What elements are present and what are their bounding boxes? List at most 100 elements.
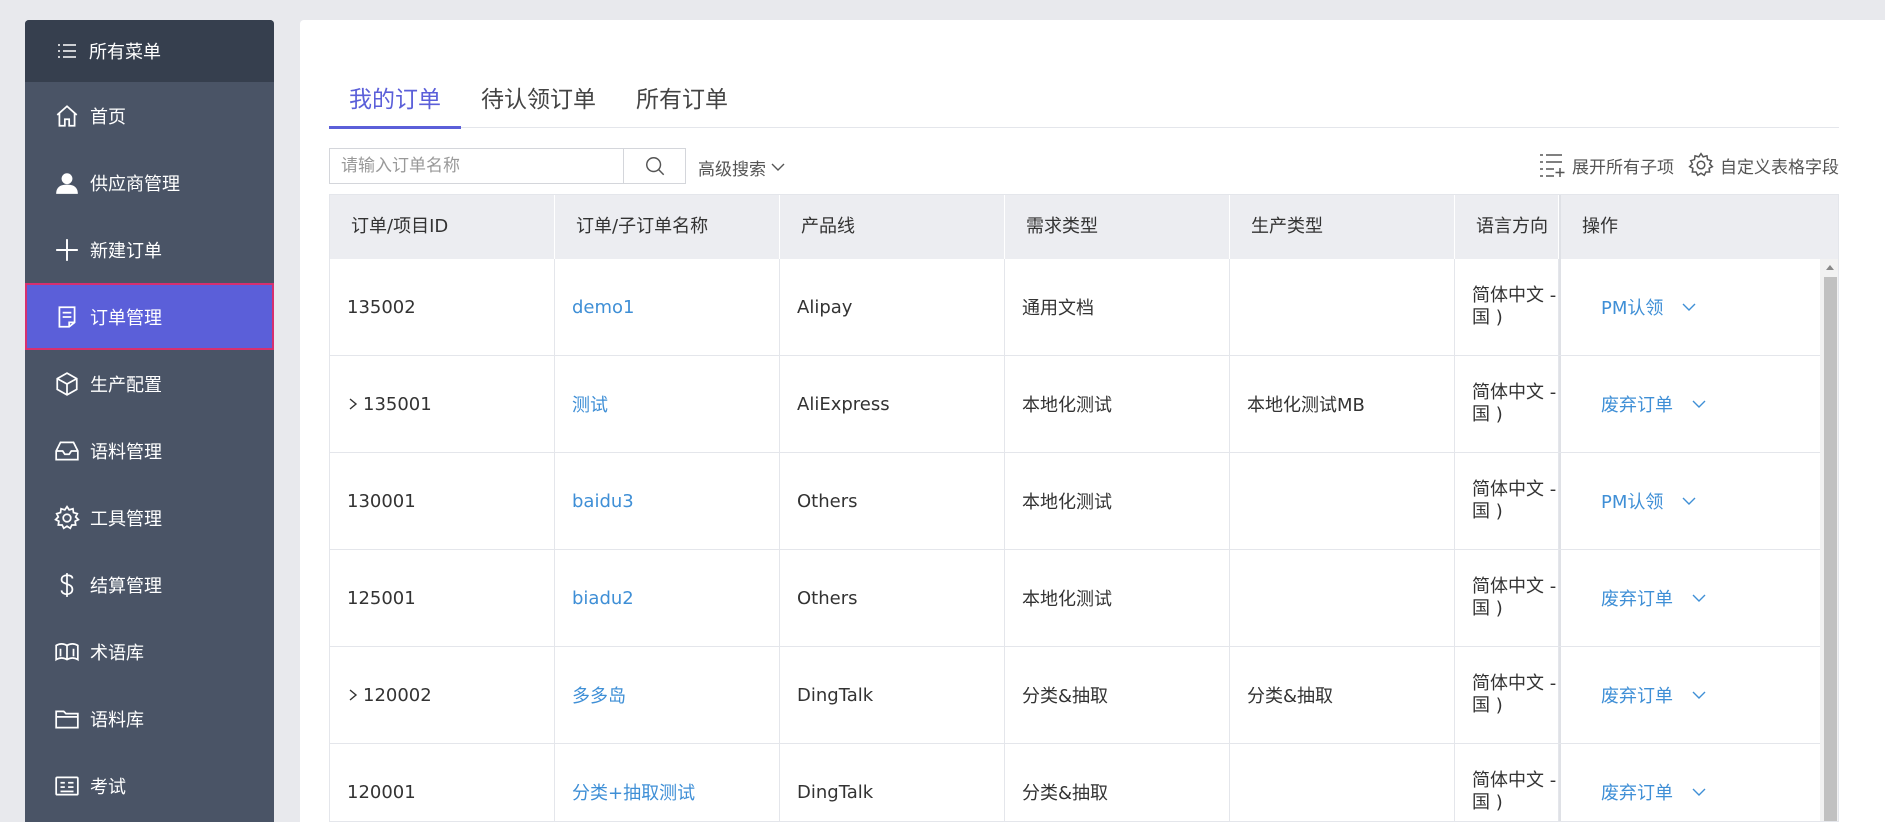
cell-id: 120002 bbox=[330, 647, 555, 743]
column-header-language[interactable]: 语言方向 bbox=[1455, 195, 1559, 259]
table-row: 130001 baidu3 Others 本地化测试 简体中文 -国 ) PM认领 bbox=[330, 453, 1820, 550]
gear-icon bbox=[1688, 152, 1720, 178]
sidebar-item-supplier-management[interactable]: 供应商管理 bbox=[25, 149, 274, 216]
sidebar-item-label: 订单管理 bbox=[90, 307, 162, 329]
row-action-link[interactable]: 废弃订单 bbox=[1601, 682, 1673, 708]
customize-fields-button[interactable]: 自定义表格字段 bbox=[1688, 152, 1839, 178]
language-line: 简体中文 - bbox=[1472, 382, 1557, 403]
language-line: 国 ) bbox=[1472, 501, 1503, 522]
chevron-right-icon[interactable] bbox=[347, 396, 359, 412]
sidebar-item-label: 新建订单 bbox=[90, 240, 162, 262]
sidebar-item-order-management[interactable]: 订单管理 bbox=[25, 283, 274, 350]
advanced-search-label: 高级搜索 bbox=[698, 159, 766, 180]
tab-my-orders[interactable]: 我的订单 bbox=[329, 62, 461, 129]
row-action-link[interactable]: PM认领 bbox=[1601, 294, 1663, 320]
language-line: 简体中文 - bbox=[1472, 673, 1557, 694]
inbox-icon bbox=[54, 438, 80, 464]
tab-all-orders[interactable]: 所有订单 bbox=[616, 62, 748, 128]
order-name-link[interactable]: 多多岛 bbox=[555, 647, 780, 743]
column-header-id[interactable]: 订单/项目ID bbox=[330, 195, 555, 259]
sidebar-item-home[interactable]: 首页 bbox=[25, 82, 274, 149]
chevron-down-icon[interactable] bbox=[1691, 396, 1707, 412]
scroll-thumb[interactable] bbox=[1824, 277, 1837, 821]
sidebar-item-termbase[interactable]: 术语库 bbox=[25, 618, 274, 685]
column-header-product-line[interactable]: 产品线 bbox=[780, 195, 1005, 259]
language-line: 国 ) bbox=[1472, 307, 1503, 328]
table-header: 订单/项目ID 订单/子订单名称 产品线 需求类型 生产类型 语言方向 操作 bbox=[330, 195, 1838, 259]
sidebar-item-settlement-management[interactable]: 结算管理 bbox=[25, 551, 274, 618]
order-name-link[interactable]: demo1 bbox=[555, 259, 780, 355]
toolbar: 高级搜索 展开所有子项 自定义表格字段 bbox=[329, 128, 1839, 184]
cell-product-line: DingTalk bbox=[780, 647, 1005, 743]
cell-id: 130001 bbox=[330, 453, 555, 549]
cell-product-line: Others bbox=[780, 550, 1005, 646]
expand-all-button[interactable]: 展开所有子项 bbox=[1538, 152, 1674, 178]
cell-production-type bbox=[1230, 453, 1455, 549]
sidebar-item-tool-management[interactable]: 工具管理 bbox=[25, 484, 274, 551]
folder-icon bbox=[54, 706, 80, 732]
column-header-name[interactable]: 订单/子订单名称 bbox=[555, 195, 780, 259]
gear-icon bbox=[54, 504, 80, 531]
expand-all-label: 展开所有子项 bbox=[1572, 157, 1674, 178]
cell-product-line: Others bbox=[780, 453, 1005, 549]
cell-actions: PM认领 bbox=[1559, 453, 1820, 549]
advanced-search-toggle[interactable]: 高级搜索 bbox=[698, 150, 786, 184]
chevron-down-icon[interactable] bbox=[1681, 299, 1697, 315]
table-row: 125001 biadu2 Others 本地化测试 简体中文 -国 ) 废弃订单 bbox=[330, 550, 1820, 647]
row-action-link[interactable]: 废弃订单 bbox=[1601, 585, 1673, 611]
chevron-down-icon[interactable] bbox=[1691, 784, 1707, 800]
language-line: 国 ) bbox=[1472, 404, 1503, 425]
cell-id: 125001 bbox=[330, 550, 555, 646]
order-name-link[interactable]: 测试 bbox=[555, 356, 780, 452]
row-action-link[interactable]: 废弃订单 bbox=[1601, 391, 1673, 417]
cell-demand-type: 本地化测试 bbox=[1005, 356, 1230, 452]
row-action-link[interactable]: PM认领 bbox=[1601, 488, 1663, 514]
sidebar-item-corpus-management[interactable]: 语料管理 bbox=[25, 417, 274, 484]
sidebar-item-label: 结算管理 bbox=[90, 575, 162, 597]
cell-language: 简体中文 -国 ) bbox=[1455, 550, 1559, 646]
cell-production-type: 本地化测试MB bbox=[1230, 356, 1455, 452]
search-input[interactable] bbox=[330, 149, 624, 183]
order-id: 120002 bbox=[363, 684, 432, 706]
sidebar-item-label: 供应商管理 bbox=[90, 173, 180, 195]
search-button[interactable] bbox=[623, 149, 685, 183]
plus-icon bbox=[54, 237, 80, 263]
chevron-down-icon[interactable] bbox=[1681, 493, 1697, 509]
order-name-link[interactable]: biadu2 bbox=[555, 550, 780, 646]
cell-actions: PM认领 bbox=[1559, 259, 1820, 355]
language-line: 国 ) bbox=[1472, 792, 1503, 813]
chevron-right-icon[interactable] bbox=[347, 687, 359, 703]
chevron-down-icon[interactable] bbox=[1691, 687, 1707, 703]
column-header-production-type[interactable]: 生产类型 bbox=[1230, 195, 1455, 259]
order-id: 135002 bbox=[347, 296, 416, 318]
order-icon bbox=[54, 304, 80, 330]
tab-pending-orders[interactable]: 待认领订单 bbox=[461, 62, 616, 128]
order-tabs: 我的订单 待认领订单 所有订单 bbox=[329, 62, 1839, 129]
sidebar-item-corpus-library[interactable]: 语料库 bbox=[25, 685, 274, 752]
cell-product-line: Alipay bbox=[780, 259, 1005, 355]
table-scrollbar[interactable] bbox=[1820, 259, 1838, 821]
cell-actions: 废弃订单 bbox=[1559, 744, 1820, 821]
search-icon bbox=[644, 155, 666, 177]
sidebar-item-exam[interactable]: 考试 bbox=[25, 752, 274, 819]
orders-table: 订单/项目ID 订单/子订单名称 产品线 需求类型 生产类型 语言方向 操作 1… bbox=[329, 194, 1839, 822]
cell-production-type bbox=[1230, 744, 1455, 821]
cell-language: 简体中文 -国 ) bbox=[1455, 453, 1559, 549]
cell-demand-type: 分类&抽取 bbox=[1005, 744, 1230, 821]
sidebar-item-label: 语料库 bbox=[90, 709, 144, 731]
scroll-up-arrow[interactable] bbox=[1820, 259, 1838, 275]
sidebar-header-label: 所有菜单 bbox=[89, 42, 161, 63]
chevron-down-icon[interactable] bbox=[1691, 590, 1707, 606]
user-icon bbox=[54, 170, 80, 196]
order-name-link[interactable]: baidu3 bbox=[555, 453, 780, 549]
cell-product-line: AliExpress bbox=[780, 356, 1005, 452]
sidebar-header-all-menus[interactable]: 所有菜单 bbox=[25, 20, 274, 82]
sidebar-item-production-config[interactable]: 生产配置 bbox=[25, 350, 274, 417]
sidebar-item-new-order[interactable]: 新建订单 bbox=[25, 216, 274, 283]
expand-list-icon bbox=[1538, 152, 1572, 178]
customize-fields-label: 自定义表格字段 bbox=[1720, 157, 1839, 178]
cell-demand-type: 本地化测试 bbox=[1005, 550, 1230, 646]
row-action-link[interactable]: 废弃订单 bbox=[1601, 779, 1673, 805]
order-name-link[interactable]: 分类+抽取测试 bbox=[555, 744, 780, 821]
column-header-demand-type[interactable]: 需求类型 bbox=[1005, 195, 1230, 259]
